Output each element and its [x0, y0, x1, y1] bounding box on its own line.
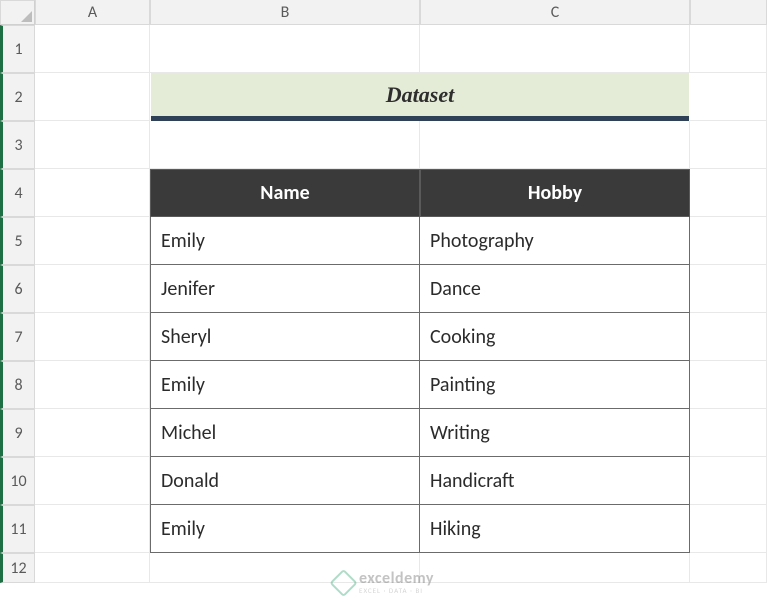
table-cell-name[interactable]: Michel — [150, 409, 420, 457]
row-header-1[interactable]: 1 — [0, 25, 35, 73]
row-header-11[interactable]: 11 — [0, 505, 35, 553]
row-header-5[interactable]: 5 — [0, 217, 35, 265]
row-header-7[interactable]: 7 — [0, 313, 35, 361]
watermark-tagline: EXCEL · DATA · BI — [359, 587, 434, 594]
row-header-2[interactable]: 2 — [0, 73, 35, 121]
row-header-4[interactable]: 4 — [0, 169, 35, 217]
cell-D5[interactable] — [690, 217, 767, 265]
cell-B3[interactable] — [150, 121, 420, 169]
spreadsheet-grid: A B C 1 2 Dataset 3 4 Name Hobby 5 Emily… — [0, 0, 767, 583]
cell-A4[interactable] — [35, 169, 150, 217]
table-cell-hobby[interactable]: Cooking — [420, 313, 690, 361]
cell-C1[interactable] — [420, 25, 690, 73]
cell-A6[interactable] — [35, 265, 150, 313]
cell-B1[interactable] — [150, 25, 420, 73]
cell-A3[interactable] — [35, 121, 150, 169]
table-header-name[interactable]: Name — [150, 169, 420, 217]
table-cell-hobby[interactable]: Handicraft — [420, 457, 690, 505]
cell-D6[interactable] — [690, 265, 767, 313]
cell-D10[interactable] — [690, 457, 767, 505]
cell-A5[interactable] — [35, 217, 150, 265]
cell-D11[interactable] — [690, 505, 767, 553]
table-cell-hobby[interactable]: Photography — [420, 217, 690, 265]
table-header-hobby[interactable]: Hobby — [420, 169, 690, 217]
cell-A9[interactable] — [35, 409, 150, 457]
table-cell-name[interactable]: Emily — [150, 505, 420, 553]
select-all-corner[interactable] — [0, 0, 35, 25]
cell-D3[interactable] — [690, 121, 767, 169]
cell-A11[interactable] — [35, 505, 150, 553]
table-cell-name[interactable]: Emily — [150, 361, 420, 409]
col-header-A[interactable]: A — [35, 0, 150, 25]
cell-A12[interactable] — [35, 553, 150, 583]
cell-A7[interactable] — [35, 313, 150, 361]
table-cell-name[interactable]: Donald — [150, 457, 420, 505]
cell-D1[interactable] — [690, 25, 767, 73]
cell-A10[interactable] — [35, 457, 150, 505]
cell-D7[interactable] — [690, 313, 767, 361]
row-header-12[interactable]: 12 — [0, 553, 35, 583]
row-header-3[interactable]: 3 — [0, 121, 35, 169]
cell-A2[interactable] — [35, 73, 150, 121]
table-cell-name[interactable]: Sheryl — [150, 313, 420, 361]
cell-D9[interactable] — [690, 409, 767, 457]
table-cell-hobby[interactable]: Painting — [420, 361, 690, 409]
table-cell-name[interactable]: Emily — [150, 217, 420, 265]
table-cell-name[interactable]: Jenifer — [150, 265, 420, 313]
cell-C3[interactable] — [420, 121, 690, 169]
cell-B12[interactable] — [150, 553, 420, 583]
cell-A8[interactable] — [35, 361, 150, 409]
cell-C12[interactable] — [420, 553, 690, 583]
cell-D8[interactable] — [690, 361, 767, 409]
cell-D2[interactable] — [690, 73, 767, 121]
cell-D12[interactable] — [690, 553, 767, 583]
row-header-6[interactable]: 6 — [0, 265, 35, 313]
col-header-C[interactable]: C — [420, 0, 690, 25]
table-cell-hobby[interactable]: Hiking — [420, 505, 690, 553]
table-cell-hobby[interactable]: Dance — [420, 265, 690, 313]
select-all-triangle-icon — [21, 11, 32, 22]
table-cell-hobby[interactable]: Writing — [420, 409, 690, 457]
col-header-blank[interactable] — [690, 0, 767, 25]
row-header-10[interactable]: 10 — [0, 457, 35, 505]
row-header-8[interactable]: 8 — [0, 361, 35, 409]
cell-D4[interactable] — [690, 169, 767, 217]
cell-A1[interactable] — [35, 25, 150, 73]
row-header-9[interactable]: 9 — [0, 409, 35, 457]
col-header-B[interactable]: B — [150, 0, 420, 25]
dataset-title: Dataset — [151, 73, 689, 121]
